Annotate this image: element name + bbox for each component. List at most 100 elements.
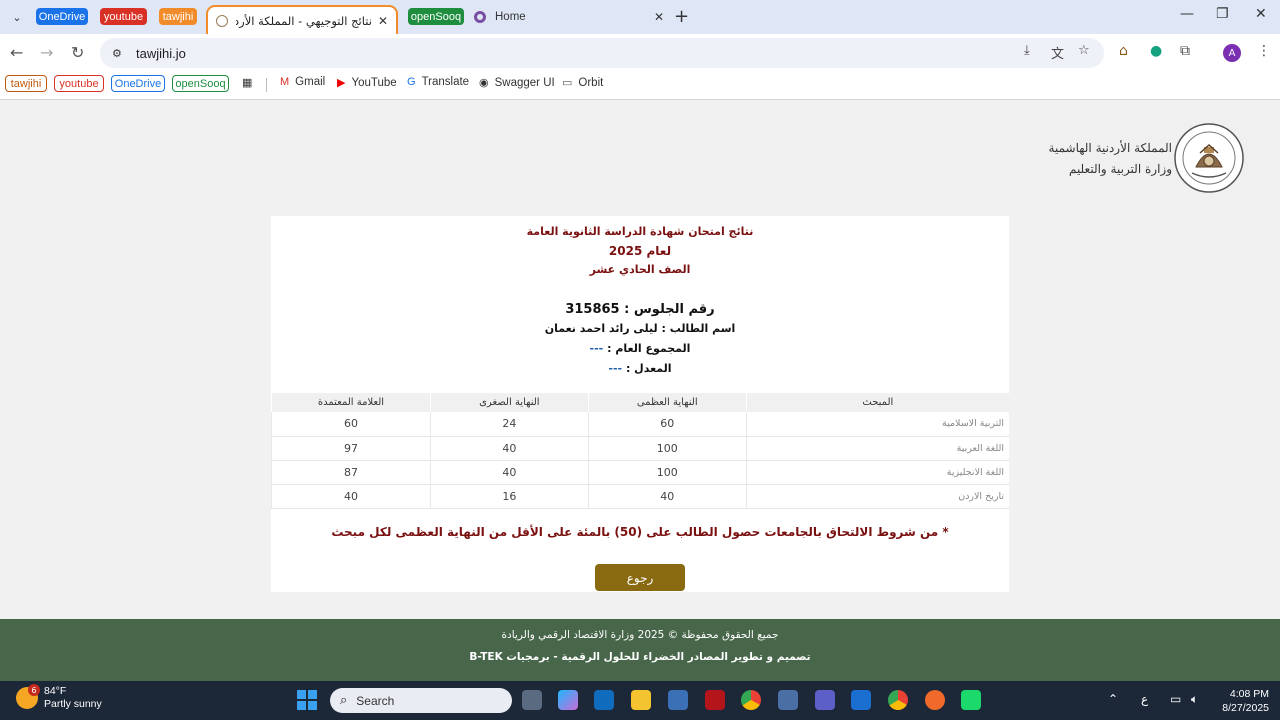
taskbar-search[interactable]: ⌕ Search bbox=[330, 688, 512, 713]
grades-table: المبحث النهاية العظمى النهاية الصغرى الع… bbox=[271, 393, 1009, 509]
weather-text: 84°F Partly sunny bbox=[44, 685, 102, 711]
tab-group-onedrive[interactable]: OneDrive bbox=[36, 8, 88, 25]
bookmark-orbit[interactable]: ▭ Orbit bbox=[562, 76, 603, 90]
bookmark-group-tawjihi[interactable]: tawjihi bbox=[5, 75, 47, 92]
apps-grid-icon[interactable]: ▦ bbox=[242, 76, 258, 89]
average-label: المعدل : bbox=[625, 362, 672, 375]
file-explorer-icon[interactable] bbox=[631, 690, 651, 710]
home-favicon-icon bbox=[474, 11, 486, 23]
tab-home[interactable]: Home ✕ bbox=[474, 8, 664, 26]
tab-group-tawjihi[interactable]: tawjihi bbox=[159, 8, 197, 25]
weather-badge: 6 bbox=[28, 684, 40, 696]
minimize-icon[interactable]: — bbox=[1180, 6, 1194, 22]
address-bar[interactable]: ⚙ tawjihi.jo bbox=[100, 38, 1104, 68]
menu-kebab-icon[interactable]: ⋮ bbox=[1257, 43, 1271, 59]
outlook-new-icon[interactable] bbox=[851, 690, 871, 710]
chrome-active-icon[interactable] bbox=[888, 690, 908, 710]
table-row: اللغة العربية 100 40 97 bbox=[271, 436, 1009, 461]
network-tool-icon[interactable] bbox=[778, 690, 798, 710]
average-row: المعدل : --- bbox=[271, 362, 1009, 375]
forward-arrow-icon[interactable]: → bbox=[40, 43, 53, 62]
tab-group-opensooq[interactable]: openSooq bbox=[408, 8, 464, 25]
seat-number-value: 315865 bbox=[565, 302, 620, 317]
filezilla-icon[interactable] bbox=[705, 690, 725, 710]
jordan-emblem-logo bbox=[1174, 123, 1244, 193]
swagger-icon: ◉ bbox=[479, 77, 489, 89]
admission-note: * من شروط الالتحاق بالجامعات حصول الطالب… bbox=[331, 525, 949, 539]
close-tab-icon[interactable]: ✕ bbox=[378, 14, 388, 28]
min-cell: 24 bbox=[429, 412, 589, 437]
bookmark-star-icon[interactable]: ☆ bbox=[1078, 43, 1090, 58]
student-name-label: اسم الطالب : bbox=[661, 322, 736, 335]
extension-tawjihi-icon[interactable]: ⌂ bbox=[1119, 43, 1128, 59]
column-header-min: النهاية الصغرى bbox=[429, 393, 589, 412]
tab-results[interactable]: نتائج التوجيهي - المملكة الأردنية ال ✕ bbox=[206, 5, 398, 35]
url-text: tawjihi.jo bbox=[136, 45, 186, 61]
bookmark-gmail[interactable]: M Gmail bbox=[280, 76, 325, 88]
emblem-favicon-icon bbox=[216, 15, 228, 27]
extensions-puzzle-icon[interactable]: ⧉ bbox=[1180, 43, 1190, 59]
subject-cell: تاريخ الاردن bbox=[745, 484, 1009, 509]
bookmark-group-opensooq[interactable]: openSooq bbox=[172, 75, 229, 92]
ministry-line-kingdom: المملكة الأردنية الهاشمية bbox=[1048, 141, 1172, 155]
install-app-icon[interactable]: ⤓ bbox=[1024, 43, 1030, 58]
seat-number-row: رقم الجلوس : 315865 bbox=[271, 302, 1009, 317]
bookmark-group-youtube[interactable]: youtube bbox=[54, 75, 104, 92]
bookmark-swagger[interactable]: ◉ Swagger UI bbox=[479, 76, 555, 90]
bookmarks-bar: tawjihi youtube OneDrive openSooq ▦ M Gma… bbox=[0, 72, 1280, 100]
task-view-icon[interactable] bbox=[522, 690, 542, 710]
results-year: لعام 2025 bbox=[608, 244, 672, 258]
translate-icon[interactable]: 文 bbox=[1051, 43, 1064, 62]
subject-cell: اللغة العربية bbox=[745, 436, 1009, 461]
outlook-icon[interactable] bbox=[594, 690, 614, 710]
bookmark-group-onedrive[interactable]: OneDrive bbox=[111, 75, 165, 92]
profile-avatar[interactable]: A bbox=[1223, 44, 1241, 62]
teams-icon[interactable] bbox=[815, 690, 835, 710]
folder-icon: ▭ bbox=[562, 77, 573, 89]
tab-group-youtube[interactable]: youtube bbox=[100, 8, 147, 25]
close-tab-icon[interactable]: ✕ bbox=[654, 10, 664, 24]
chrome-icon[interactable] bbox=[741, 690, 761, 710]
show-hidden-icons-chevron-icon[interactable]: ⌃ bbox=[1108, 692, 1118, 706]
windows-start-icon[interactable] bbox=[297, 690, 317, 710]
grammarly-icon[interactable]: ● bbox=[1150, 43, 1162, 59]
column-header-subject: المبحث bbox=[745, 393, 1009, 412]
tab-strip: ⌄ OneDrive youtube tawjihi نتائج التوجيه… bbox=[0, 0, 1280, 35]
table-row: التربية الاسلامية 60 24 60 bbox=[271, 412, 1009, 437]
bookmark-separator bbox=[266, 78, 267, 92]
grade-cell: 97 bbox=[271, 436, 431, 461]
pycharm-icon[interactable] bbox=[961, 690, 981, 710]
back-button[interactable]: رجوع bbox=[595, 564, 685, 591]
column-header-max: النهاية العظمى bbox=[587, 393, 747, 412]
site-settings-icon[interactable]: ⚙ bbox=[112, 47, 124, 60]
restore-icon[interactable]: ❐ bbox=[1216, 6, 1229, 22]
grade-cell: 87 bbox=[271, 460, 431, 485]
partly-sunny-icon: 6 bbox=[16, 684, 40, 709]
bookmark-youtube[interactable]: ▶ YouTube bbox=[337, 76, 397, 90]
bookmark-label: Translate bbox=[421, 76, 470, 88]
max-cell: 100 bbox=[587, 460, 747, 485]
student-name-value: ليلى رائد احمد نعمان bbox=[544, 322, 658, 335]
reload-icon[interactable]: ↻ bbox=[71, 43, 84, 62]
bookmark-translate[interactable]: G Translate bbox=[407, 76, 469, 88]
weather-widget[interactable]: 6 84°F Partly sunny bbox=[16, 684, 102, 711]
bookmark-label: Swagger UI bbox=[494, 76, 555, 89]
max-cell: 100 bbox=[587, 436, 747, 461]
remote-desktop-icon[interactable] bbox=[668, 690, 688, 710]
volume-icon[interactable]: 🔈︎ bbox=[1191, 692, 1198, 707]
postman-icon[interactable] bbox=[925, 690, 945, 710]
tab-search-chevron-icon[interactable]: ⌄ bbox=[6, 6, 28, 28]
input-language-indicator[interactable]: ع bbox=[1141, 692, 1148, 706]
copilot-icon[interactable] bbox=[558, 690, 578, 710]
new-tab-plus-icon[interactable]: + bbox=[674, 6, 689, 27]
back-arrow-icon[interactable]: ← bbox=[10, 43, 23, 62]
bookmark-label: Gmail bbox=[295, 76, 326, 88]
system-clock[interactable]: 4:08 PM 8/27/2025 bbox=[1213, 687, 1269, 715]
min-cell: 40 bbox=[429, 436, 589, 461]
youtube-icon: ▶ bbox=[337, 77, 346, 89]
table-row: اللغة الانجليزية 100 40 87 bbox=[271, 460, 1009, 485]
table-header-row: المبحث النهاية العظمى النهاية الصغرى الع… bbox=[271, 393, 1009, 412]
network-icon[interactable]: ▭ bbox=[1170, 692, 1181, 706]
close-window-icon[interactable]: ✕ bbox=[1255, 6, 1267, 22]
ministry-line-education: وزارة التربية والتعليم bbox=[1068, 162, 1172, 176]
